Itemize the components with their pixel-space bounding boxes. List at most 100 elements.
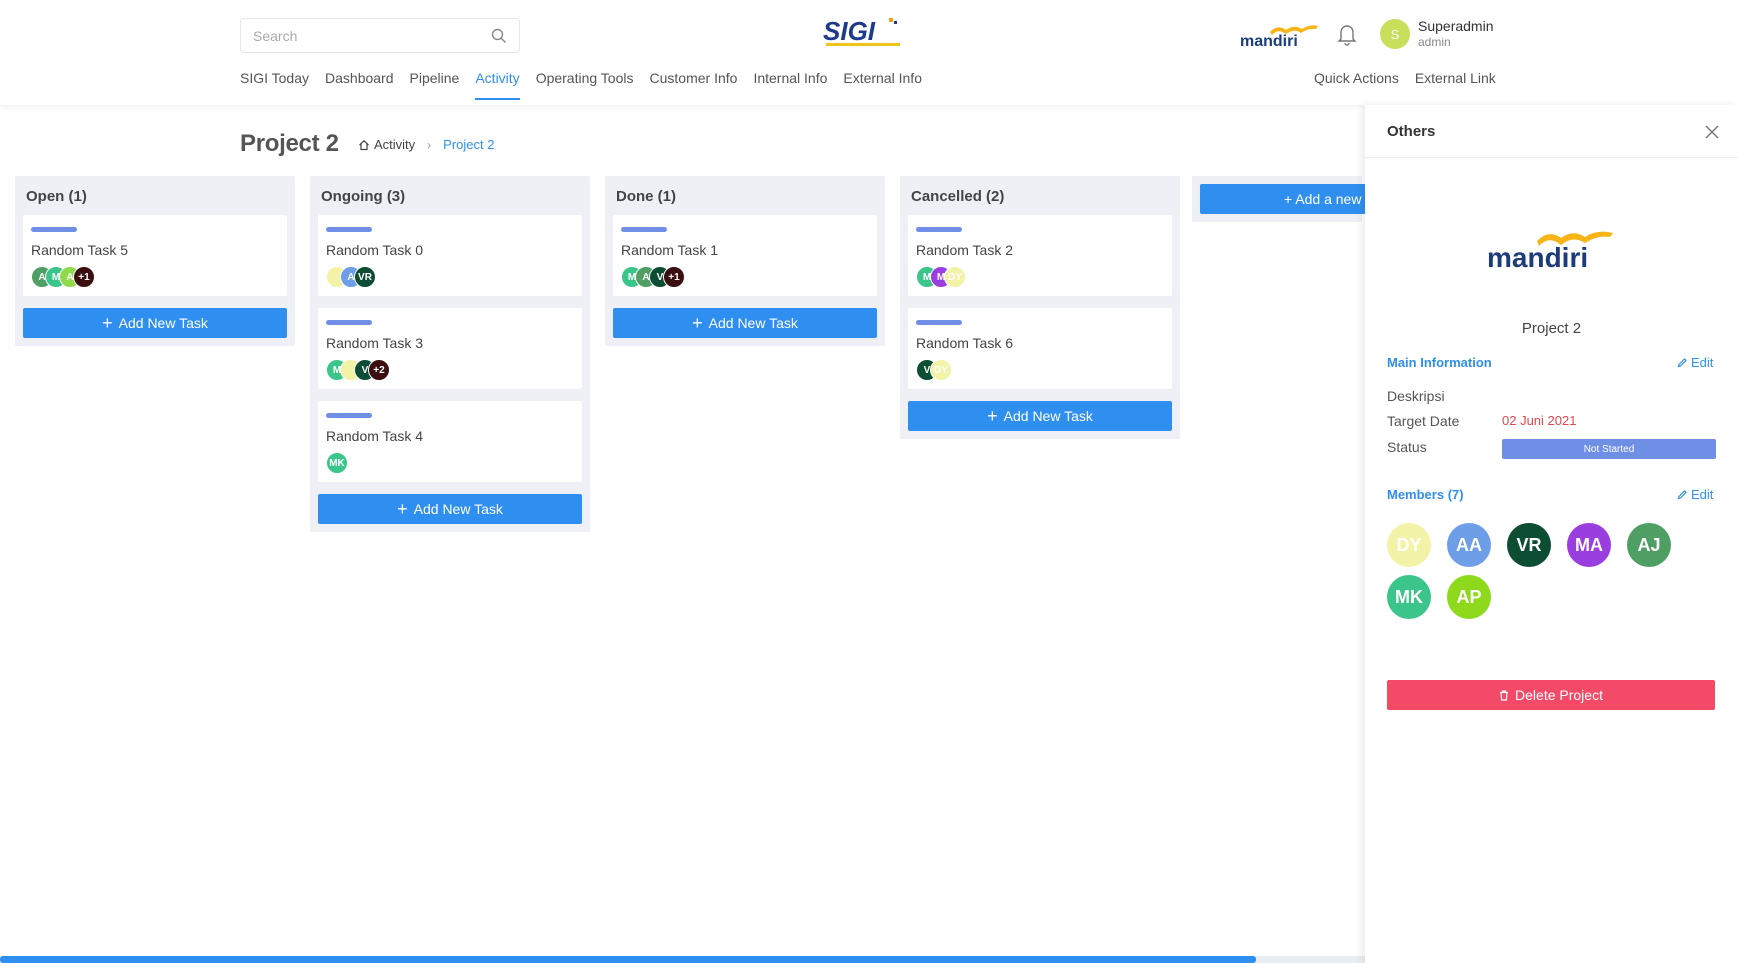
deskripsi-label: Deskripsi [1387,388,1445,404]
target-date-label: Target Date [1387,413,1460,429]
avatar[interactable]: +1 [73,266,95,288]
chevron-right-icon: › [427,137,432,152]
task-card[interactable]: Random Task 3 M V +2 [318,308,582,389]
search-box[interactable] [240,18,520,53]
card-color-bar [326,320,372,325]
assignee-avatars: M M DY [916,266,1164,288]
add-stage-button[interactable]: + Add a new s [1200,184,1370,214]
project-name: Project 2 [1521,320,1582,337]
member-avatar[interactable]: DY [1387,523,1431,567]
mandiri-logo: mandiri [1240,25,1318,50]
tab-pipeline[interactable]: Pipeline [410,70,460,100]
tab-sigi-today[interactable]: SIGI Today [240,70,309,100]
tab-external-info[interactable]: External Info [843,70,922,100]
task-name: Random Task 1 [621,242,719,258]
top-header: SIGI mandiri S Superadmin admin SIGI Tod… [0,0,1738,105]
member-avatar[interactable]: AA [1447,523,1491,567]
task-name: Random Task 2 [916,242,1014,258]
plus-icon: + [692,313,703,333]
tab-internal-info[interactable]: Internal Info [753,70,827,100]
avatar[interactable]: MK [326,452,348,474]
member-avatar[interactable]: AP [1447,575,1491,619]
member-avatar[interactable]: AJ [1627,523,1671,567]
breadcrumb-home[interactable]: Activity [358,137,415,152]
column-title: Ongoing (3) [321,188,406,205]
edit-label: Edit [1691,487,1714,502]
scrollbar-thumb[interactable] [0,956,1256,963]
status-badge: Not Started [1502,439,1716,459]
panel-title: Others [1387,123,1436,140]
board-column: Done (1) Random Task 1 M A V +1 + Add New Task [605,176,885,346]
tab-activity[interactable]: Activity [475,70,520,100]
user-name[interactable]: Superadmin [1418,18,1494,34]
sigi-logo[interactable]: SIGI [822,16,906,50]
edit-label: Edit [1691,355,1714,370]
tab-operating-tools[interactable]: Operating Tools [536,70,634,100]
edit-main-info-button[interactable]: Edit [1677,355,1713,370]
user-avatar[interactable]: S [1380,19,1410,49]
breadcrumb-home-label: Activity [374,137,416,152]
panel-divider [1365,157,1738,158]
close-icon[interactable] [1703,123,1721,141]
avatar[interactable]: +1 [663,266,685,288]
task-card[interactable]: Random Task 0 A VR [318,215,582,296]
page-title: Project 2 [240,130,339,157]
column-title: Cancelled (2) [911,188,1005,205]
add-task-label: Add New Task [708,315,798,331]
others-panel: Others mandiri Project 2 Main Informatio… [1365,105,1738,963]
assignee-avatars: M A V +1 [621,266,869,288]
task-card[interactable]: Random Task 5 A M A +1 [23,215,287,296]
add-task-button[interactable]: + Add New Task [613,308,877,338]
plus-icon: + [397,499,408,519]
assignee-avatars: M V +2 [326,359,574,381]
user-initial: S [1390,26,1400,42]
svg-text:mandiri: mandiri [1487,242,1588,273]
secondary-nav: Quick Actions External Link [1314,70,1496,86]
task-card[interactable]: Random Task 6 V DY [908,308,1172,389]
add-task-label: Add New Task [1003,408,1093,424]
horizontal-scrollbar[interactable] [0,956,1365,963]
edit-members-button[interactable]: Edit [1677,487,1713,502]
member-avatar[interactable]: VR [1507,523,1551,567]
avatar[interactable]: DY [930,359,952,381]
add-task-button[interactable]: + Add New Task [23,308,287,338]
tab-quick-actions[interactable]: Quick Actions [1314,70,1399,86]
add-task-label: Add New Task [118,315,208,331]
task-name: Random Task 4 [326,428,424,444]
breadcrumb-current: Project 2 [443,137,495,152]
bell-icon[interactable] [1336,22,1358,46]
add-task-button[interactable]: + Add New Task [908,401,1172,431]
home-icon [359,139,369,150]
trash-icon [1500,689,1509,701]
avatar[interactable]: VR [354,266,376,288]
card-color-bar [621,227,667,232]
svg-text:SIGI: SIGI [823,16,876,46]
breadcrumb: Activity › Project 2 [358,137,494,152]
search-icon[interactable] [491,28,507,44]
assignee-avatars: V DY [916,359,1164,381]
task-name: Random Task 3 [326,335,424,351]
member-avatar[interactable]: MA [1567,523,1611,567]
task-card[interactable]: Random Task 2 M M DY [908,215,1172,296]
search-input[interactable] [253,27,491,44]
add-task-label: Add New Task [413,501,503,517]
column-title: Open (1) [26,188,87,205]
column-title: Done (1) [616,188,676,205]
avatar[interactable]: +2 [368,359,390,381]
target-date-value: 02 Juni 2021 [1502,413,1577,428]
task-card[interactable]: Random Task 4 MK [318,401,582,482]
user-role: admin [1418,35,1451,49]
tab-dashboard[interactable]: Dashboard [325,70,394,100]
add-task-button[interactable]: + Add New Task [318,494,582,524]
avatar[interactable]: DY [944,266,966,288]
assignee-avatars: MK [326,452,574,474]
task-name: Random Task 5 [31,242,129,258]
board-column: Open (1) Random Task 5 A M A +1 + Add New Task [15,176,295,346]
tab-customer-info[interactable]: Customer Info [650,70,738,100]
card-color-bar [326,227,372,232]
pencil-icon [1677,358,1687,368]
member-avatar[interactable]: MK [1387,575,1431,619]
delete-project-button[interactable]: Delete Project [1387,680,1715,710]
tab-external-link[interactable]: External Link [1415,70,1496,86]
task-card[interactable]: Random Task 1 M A V +1 [613,215,877,296]
